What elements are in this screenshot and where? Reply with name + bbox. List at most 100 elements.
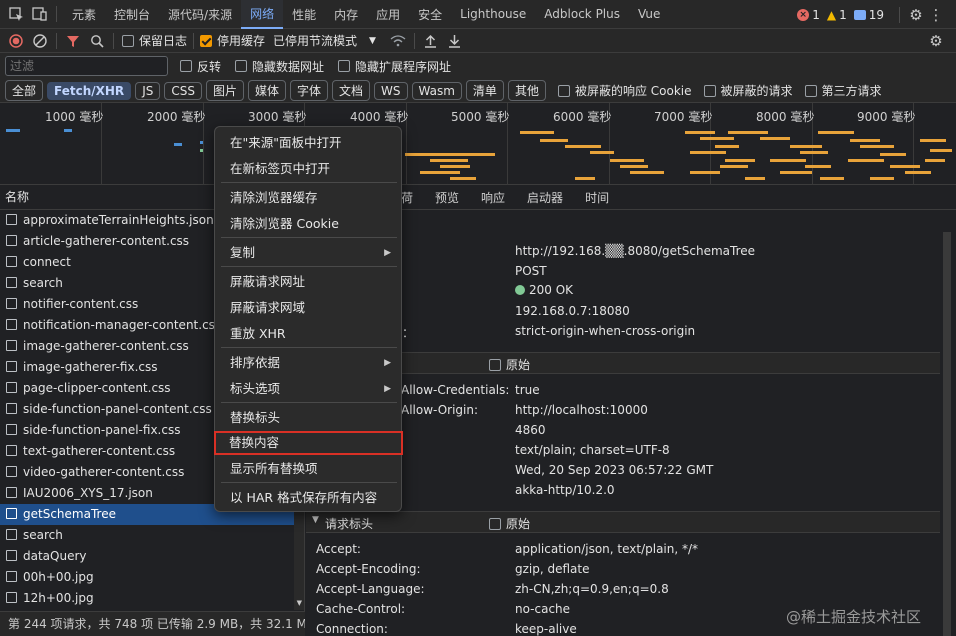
context-menu-item[interactable]: 替换标头	[215, 406, 401, 430]
hide-extension-urls-checkbox[interactable]: 隐藏扩展程序网址	[338, 58, 451, 75]
type-filter-chip[interactable]: 图片	[205, 80, 244, 101]
tab-9[interactable]: Adblock Plus	[535, 0, 629, 29]
hide-data-urls-checkbox[interactable]: 隐藏数据网址	[235, 58, 324, 75]
resource-type-bar: 全部 Fetch/XHR JS CSS 图片 媒体 字体 文档 WS Wasm 清单 其他 被屏蔽的响…	[0, 79, 956, 103]
context-menu-item[interactable]: 屏蔽请求网域	[215, 296, 401, 320]
context-menu-item[interactable]: 清除浏览器缓存	[215, 186, 401, 210]
request-name: image-gatherer-content.css	[23, 339, 189, 353]
search-icon[interactable]	[87, 31, 107, 51]
preserve-log-checkbox[interactable]: 保留日志	[122, 32, 187, 49]
waterfall-bar	[575, 177, 595, 180]
tab-1[interactable]: 控制台	[105, 0, 159, 29]
type-filter-chip[interactable]: CSS	[164, 81, 202, 100]
checkbox-box	[557, 84, 570, 97]
request-name: side-function-panel-fix.css	[23, 423, 181, 437]
disable-cache-checkbox[interactable]: 停用缓存	[200, 32, 265, 49]
type-filter-chip[interactable]: 文档	[332, 80, 371, 101]
context-menu-item[interactable]: 替换内容	[214, 431, 403, 455]
waterfall-bar	[880, 153, 906, 156]
settings-gear-icon[interactable]: ⚙	[906, 5, 926, 25]
invert-checkbox[interactable]: 反转	[180, 58, 221, 75]
waterfall-bar	[860, 145, 894, 148]
context-menu-item[interactable]: 排序依据 ▶	[215, 351, 401, 375]
type-filter-chip[interactable]: Fetch/XHR	[47, 81, 132, 100]
chevron-down-icon: ▼	[369, 35, 376, 46]
type-filter-chip[interactable]: WS	[374, 81, 408, 100]
menu-divider	[221, 266, 397, 267]
tab-3[interactable]: 网络	[241, 0, 284, 29]
waterfall-bar	[6, 129, 20, 132]
device-toolbar-icon[interactable]	[30, 4, 50, 24]
request-name: approximateTerrainHeights.json	[23, 213, 214, 227]
more-options-icon[interactable]: ⋮	[926, 5, 946, 25]
request-raw-checkbox[interactable]: 原始	[489, 515, 530, 532]
request-row[interactable]: 00h+00.jpg	[0, 567, 304, 588]
type-checkbox[interactable]: 被屏蔽的响应 Cookie	[557, 82, 692, 99]
network-conditions-wifi-icon[interactable]	[388, 31, 408, 51]
tab-2[interactable]: 源代码/来源	[159, 0, 241, 29]
context-menu-item[interactable]: 以 HAR 格式保存所有内容	[215, 486, 401, 510]
type-filter-chip[interactable]: 清单	[465, 80, 504, 101]
file-icon	[6, 487, 17, 498]
type-filter-chip[interactable]: Wasm	[411, 81, 462, 100]
type-checkbox[interactable]: 被屏蔽的请求	[703, 82, 793, 99]
console-badges[interactable]: × 1 ▲ 1 19 ⚙ ⋮	[797, 0, 946, 29]
detail-tab[interactable]: 启动器	[527, 189, 563, 206]
request-headers-section-header[interactable]: ▼ 请求标头 原始	[306, 511, 940, 533]
detail-scrollbar[interactable]	[943, 232, 951, 636]
tab-4[interactable]: 性能	[283, 0, 325, 29]
request-row[interactable]: 12h+00.jpg	[0, 588, 304, 609]
filter-funnel-icon[interactable]	[63, 31, 83, 51]
message-icon	[853, 9, 866, 20]
context-menu-item[interactable]: 标头选项 ▶	[215, 377, 401, 401]
tab-5[interactable]: 内存	[325, 0, 367, 29]
type-checkbox-label: 被屏蔽的请求	[720, 84, 793, 98]
type-filter-chip[interactable]: JS	[135, 81, 161, 100]
type-checkbox[interactable]: 第三方请求	[804, 82, 882, 99]
request-row[interactable]: search	[0, 525, 304, 546]
type-filter-chip[interactable]: 字体	[290, 80, 329, 101]
detail-tab[interactable]: 荷	[401, 189, 413, 206]
context-menu-item[interactable]: 重放 XHR	[215, 322, 401, 346]
type-filter-chip[interactable]: 全部	[5, 80, 44, 101]
tab-8[interactable]: Lighthouse	[451, 0, 535, 29]
timeline-tick-label: 8000 毫秒	[756, 110, 815, 124]
export-har-download-icon[interactable]	[445, 31, 465, 51]
tab-7[interactable]: 安全	[409, 0, 451, 29]
import-har-upload-icon[interactable]	[421, 31, 441, 51]
context-menu-item[interactable]: 在新标签页中打开	[215, 157, 401, 181]
tab-0[interactable]: 元素	[63, 0, 105, 29]
menu-item-label: 屏蔽请求网域	[230, 300, 306, 315]
context-menu-item[interactable]: 显示所有替换项	[215, 457, 401, 481]
filter-input[interactable]	[5, 56, 168, 76]
context-menu-item[interactable]: 复制 ▶	[215, 241, 401, 265]
response-raw-checkbox[interactable]: 原始	[489, 356, 530, 373]
network-overview-timeline[interactable]: 1000 毫秒 2000 毫秒 3000 毫秒 4000 毫秒 5000 毫秒 6000 …	[0, 103, 956, 185]
header-value: true	[515, 383, 540, 397]
tab-list: 元素 控制台 源代码/来源 网络 性能 内存 应用 安全 Lighthouse Adblock P…	[63, 0, 669, 29]
context-menu-item[interactable]: 屏蔽请求网址	[215, 270, 401, 294]
menu-divider	[221, 347, 397, 348]
scroll-down-arrow-icon[interactable]: ▼	[297, 599, 302, 607]
detail-tab[interactable]: 响应	[481, 189, 505, 206]
raw-label: 原始	[506, 358, 531, 372]
waterfall-bar	[200, 149, 203, 152]
request-row[interactable]: dataQuery	[0, 546, 304, 567]
throttle-select[interactable]: 已停用节流模式 ▼	[273, 32, 376, 49]
detail-tab[interactable]: 预览	[435, 189, 459, 206]
stop-recording-icon[interactable]	[6, 31, 26, 51]
waterfall-bar	[540, 139, 568, 142]
inspect-element-icon[interactable]	[6, 4, 26, 24]
detail-tab[interactable]: 时间	[585, 189, 609, 206]
divider	[193, 32, 195, 49]
context-menu-item[interactable]: 在"来源"面板中打开	[215, 131, 401, 155]
network-settings-gear-icon[interactable]: ⚙	[926, 31, 946, 51]
clear-icon[interactable]	[30, 31, 50, 51]
type-filter-chip[interactable]: 媒体	[247, 80, 286, 101]
tab-10[interactable]: Vue	[629, 0, 669, 29]
file-icon	[6, 361, 17, 372]
type-filter-chip[interactable]: 其他	[507, 80, 546, 101]
tab-6[interactable]: 应用	[367, 0, 409, 29]
divider	[56, 32, 57, 49]
context-menu-item[interactable]: 清除浏览器 Cookie	[215, 212, 401, 236]
